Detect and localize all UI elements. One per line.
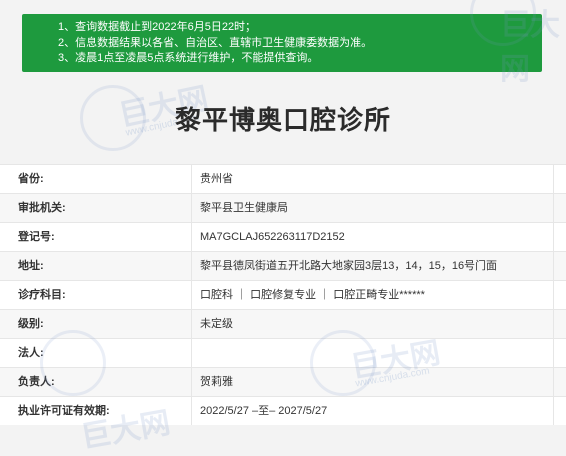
table-row: 诊疗科目: 口腔科 ｜ 口腔修复专业 ｜ 口腔正畸专业****** [0,280,566,309]
row-value: MA7GCLAJ652263117D2152 [200,231,345,243]
row-value: 未定级 [200,318,233,330]
divider [191,368,192,396]
divider [191,310,192,338]
divider [191,397,192,425]
notice-line-3: 3、凌晨1点至凌晨5点系统进行维护，不能提供查询。 [58,52,319,64]
notice-line-2: 2、信息数据结果以各省、自治区、直辖市卫生健康委数据为准。 [58,36,373,49]
watermark-text: 巨大网 [500,8,560,87]
row-value: 2022/5/27 –至– 2027/5/27 [200,405,328,417]
row-label: 登记号: [18,231,55,243]
row-label: 地址: [18,260,44,272]
divider [553,252,554,280]
divider [553,397,554,425]
table-row: 省份: 贵州省 [0,164,566,193]
divider [553,310,554,338]
notice-line-1: 1、查询数据截止到2022年6月5日22时； [58,21,257,33]
row-label: 审批机关: [18,202,66,214]
divider [191,339,192,367]
row-value: 口腔科 ｜ 口腔修复专业 ｜ 口腔正畸专业****** [200,289,425,301]
row-label: 省份: [18,173,44,185]
row-value: 黎平县卫生健康局 [200,202,288,214]
row-value: 贺莉雅 [200,376,233,388]
table-row: 审批机关: 黎平县卫生健康局 [0,193,566,222]
divider [553,368,554,396]
divider [553,165,554,193]
divider [191,194,192,222]
divider [191,281,192,309]
divider [553,281,554,309]
row-value: 黎平县德凤街道五开北路大地家园3层13，14，15，16号门面 [200,260,498,272]
row-label: 诊疗科目: [18,289,66,301]
notice-banner: 1、查询数据截止到2022年6月5日22时； 2、信息数据结果以各省、自治区、直… [22,14,542,72]
divider [553,223,554,251]
table-row: 地址: 黎平县德凤街道五开北路大地家园3层13，14，15，16号门面 [0,251,566,280]
divider [553,194,554,222]
row-label: 级别: [18,318,44,330]
row-value: 贵州省 [200,173,233,185]
watermark-logo [40,330,106,396]
divider [553,339,554,367]
divider [191,165,192,193]
divider [191,252,192,280]
table-row: 登记号: MA7GCLAJ652263117D2152 [0,222,566,251]
divider [191,223,192,251]
page-title: 黎平博奥口腔诊所 [174,106,391,136]
